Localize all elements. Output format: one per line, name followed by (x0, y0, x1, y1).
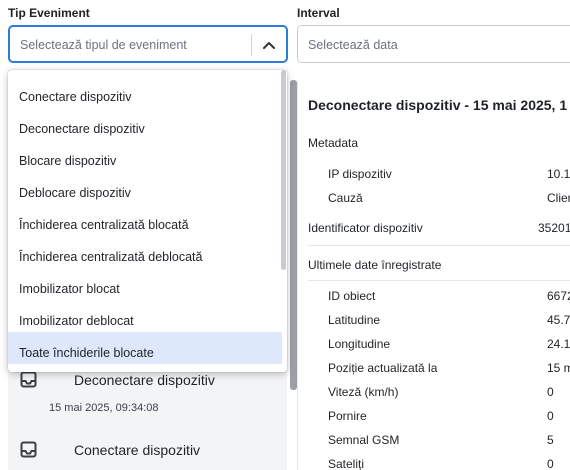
section-divider (308, 280, 570, 281)
data-value: 45.78 (547, 313, 570, 327)
event-title: Conectare dispozitiv (74, 442, 201, 458)
option-immobilizer-locked[interactable]: Imobilizator blocat (8, 268, 282, 300)
metadata-key: Cauză (328, 191, 363, 205)
data-value: 15 m (547, 361, 570, 375)
option-lock[interactable]: Blocare dispozitiv (8, 140, 282, 172)
data-key: Viteză (km/h) (328, 385, 399, 399)
metadata-value: 10.1. (547, 167, 570, 181)
interval-date-input[interactable]: Selectează data (297, 25, 570, 63)
data-value: 0 (547, 409, 554, 423)
interval-placeholder: Selectează data (308, 38, 398, 52)
data-value: 24.14 (547, 337, 570, 351)
event-title: Deconectare dispozitiv (74, 372, 215, 388)
option-connect[interactable]: Conectare dispozitiv (8, 76, 282, 108)
metadata-heading: Metadata (308, 136, 359, 150)
event-type-select[interactable]: Selectează tipul de eveniment (8, 25, 288, 63)
data-value: 6672 (547, 289, 570, 303)
section-divider (308, 245, 570, 246)
data-key: Longitudine (328, 337, 391, 351)
dropdown-scrollbar[interactable] (281, 70, 286, 270)
data-key: Sateliți (328, 457, 365, 470)
option-disconnect[interactable]: Deconectare dispozitiv (8, 108, 282, 140)
data-key: Semnal GSM (328, 433, 400, 447)
option-central-lock-locked[interactable]: Închiderea centralizată blocată (8, 204, 282, 236)
data-key: Latitudine (328, 313, 381, 327)
list-scrollbar[interactable] (290, 80, 297, 390)
data-value: 0 (547, 385, 554, 399)
option-all-locks-locked[interactable]: Toate închiderile blocate (8, 332, 282, 364)
event-type-placeholder: Selectează tipul de eveniment (20, 38, 187, 52)
interval-label: Interval (297, 6, 340, 20)
inbox-icon (20, 441, 37, 458)
data-key: Pornire (328, 409, 367, 423)
device-id-value: 35201 (538, 221, 570, 235)
event-time: 15 mai 2025, 09:34:08 (49, 402, 159, 414)
data-value: 5 (547, 433, 554, 447)
option-central-lock-unlocked[interactable]: Închiderea centralizată deblocată (8, 236, 282, 268)
data-key: ID obiect (328, 289, 376, 303)
inbox-icon (20, 371, 37, 388)
device-id-label: Identificator dispozitiv (308, 221, 423, 235)
detail-title: Deconectare dispozitiv - 15 mai 2025, 1 (308, 97, 568, 113)
select-separator (251, 34, 252, 56)
metadata-value: Clier (547, 191, 570, 205)
option-immobilizer-unlocked[interactable]: Imobilizator deblocat (8, 300, 282, 332)
chevron-up-icon[interactable] (259, 35, 279, 55)
metadata-key: IP dispozitiv (328, 167, 392, 181)
event-type-dropdown-menu: Conectare dispozitiv Deconectare dispozi… (8, 70, 287, 372)
event-type-label: Tip Eveniment (8, 6, 90, 20)
option-unlock[interactable]: Deblocare dispozitiv (8, 172, 282, 204)
latest-data-heading: Ultimele date înregistrate (308, 258, 442, 272)
data-value: 0 (547, 457, 554, 470)
event-detail-panel: Deconectare dispozitiv - 15 mai 2025, 1 … (297, 80, 570, 470)
data-key: Poziție actualizată la (328, 361, 438, 375)
